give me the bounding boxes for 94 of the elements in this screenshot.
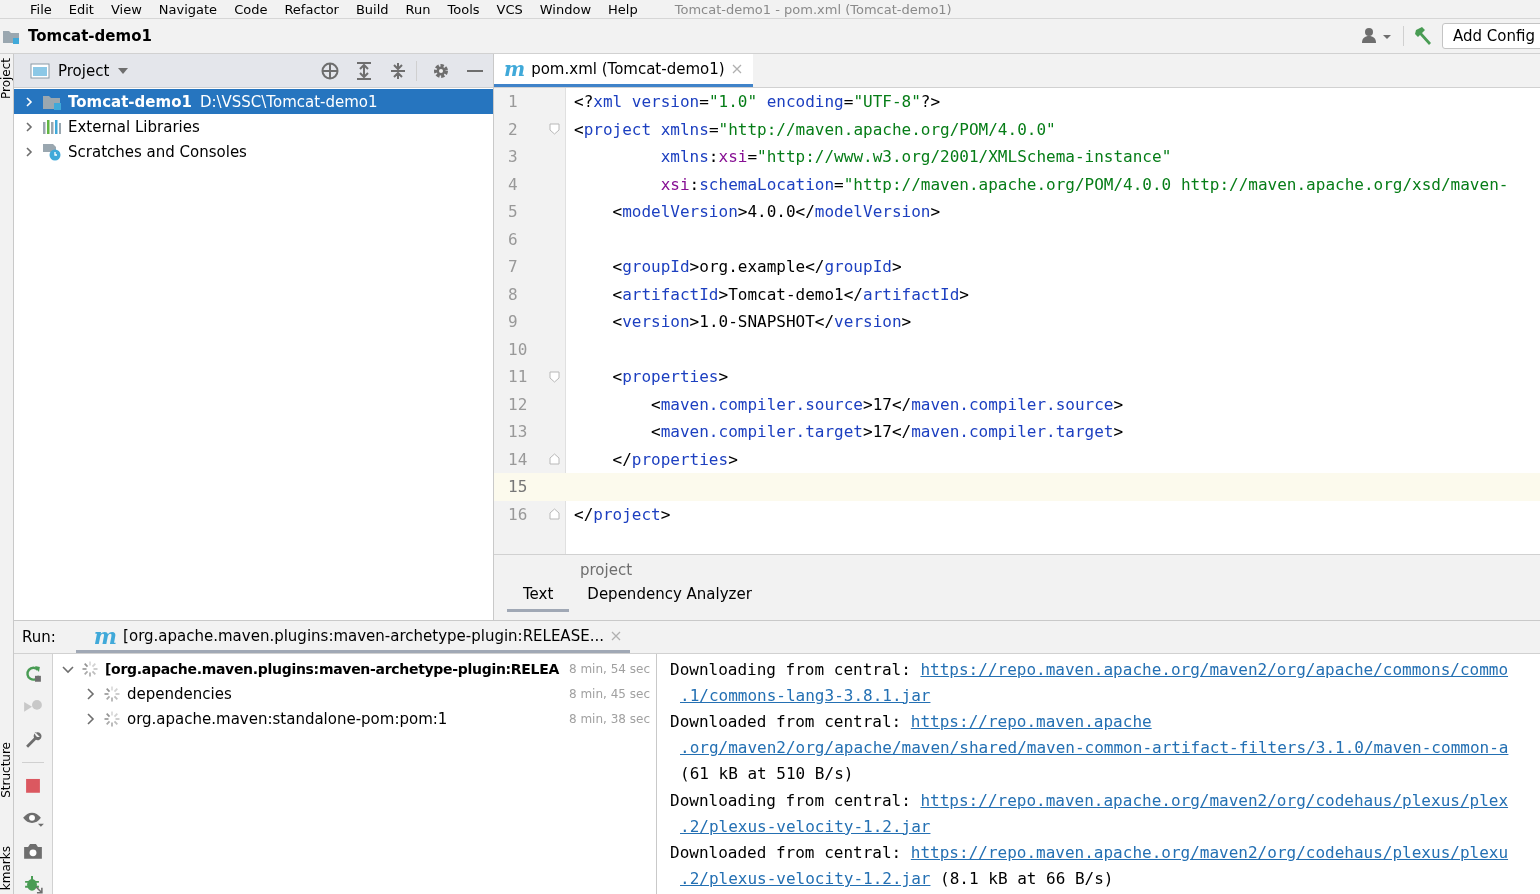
tree-path: D:\VSSC\Tomcat-demo1 <box>199 92 378 111</box>
camera-icon[interactable] <box>23 841 43 862</box>
line-number: 14 <box>507 448 529 471</box>
code-line: <maven.compiler.target>17</maven.compiler.target> <box>650 422 1124 442</box>
code-line: <maven.compiler.source>17</maven.compiler.source> <box>650 394 1124 414</box>
console-text: Downloading from central: <box>670 790 912 810</box>
menu-item[interactable]: Build <box>355 1 389 17</box>
console-link[interactable]: https://repo.maven.apache.org/maven2/org/apache/commons/commo <box>920 659 1509 679</box>
spinner-icon <box>81 659 99 678</box>
menu-item[interactable]: File <box>30 1 52 17</box>
window-icon <box>30 62 50 79</box>
console-text: (61 kB at 510 B/s) <box>680 764 854 784</box>
spinner-icon <box>103 709 121 728</box>
code-line: <?xml version="1.0" encoding="UTF-8"?> <box>573 92 941 112</box>
line-number: 1 <box>507 91 519 114</box>
console-text: Downloaded from central: <box>670 842 903 862</box>
folder-icon <box>42 93 62 110</box>
console-link[interactable]: .2/plexus-velocity-1.2.jar <box>680 816 931 836</box>
folder-icon <box>2 28 20 44</box>
close-icon[interactable] <box>730 63 743 75</box>
code-line: <artifactId>Tomcat-demo1</artifactId> <box>611 284 969 304</box>
line-number: 3 <box>507 146 519 169</box>
code-line: </project> <box>573 504 671 524</box>
menu-item[interactable]: Run <box>405 1 431 17</box>
add-configuration-button[interactable]: Add Config <box>1442 23 1540 49</box>
code-line: xmlns:xsi="http://www.w3.org/2001/XMLSchema-instance" <box>659 147 1172 167</box>
expand-all-icon[interactable] <box>354 60 374 81</box>
tree-item[interactable]: Scratches and Consoles <box>14 139 493 164</box>
console-text: (8.1 kB at 66 B/s) <box>939 869 1114 889</box>
target-icon[interactable] <box>320 60 340 81</box>
editor-mode-tab[interactable]: Dependency Analyzer <box>571 585 768 612</box>
elapsed-time: 8 min, 38 sec <box>568 711 651 726</box>
code-line: <version>1.0-SNAPSHOT</version> <box>611 312 912 332</box>
menu-item[interactable]: Edit <box>68 1 94 17</box>
scratch-clock-icon <box>42 142 62 161</box>
run-tree-label[interactable]: org.apache.maven:standalone-pom:pom:1 <box>127 709 563 728</box>
breadcrumb[interactable]: project <box>494 555 1540 579</box>
code-line: <modelVersion>4.0.0</modelVersion> <box>611 202 941 222</box>
code-line: <groupId>org.example</groupId> <box>611 257 902 277</box>
console-link[interactable]: .1/commons-lang3-3.8.1.jar <box>680 685 931 705</box>
menu-item[interactable]: Refactor <box>284 1 339 17</box>
stop-icon[interactable] <box>23 776 43 796</box>
line-number: 5 <box>507 201 519 224</box>
code-line: </properties> <box>611 449 738 469</box>
console-text: Downloading from central: <box>670 659 912 679</box>
bars-icon <box>42 118 62 135</box>
tree-label: Scratches and Consoles <box>68 142 247 161</box>
menu-item[interactable]: Window <box>539 1 592 17</box>
elapsed-time: 8 min, 45 sec <box>568 686 651 701</box>
line-number: 10 <box>507 338 529 361</box>
menu-item[interactable]: View <box>110 1 142 17</box>
tree-item[interactable]: Tomcat-demo1 D:\VSSC\Tomcat-demo1 <box>14 89 493 114</box>
bug-icon[interactable] <box>23 874 43 894</box>
tree-item[interactable]: External Libraries <box>14 114 493 139</box>
project-name[interactable]: Tomcat-demo1 <box>28 27 152 45</box>
console-link[interactable]: .org/maven2/org/apache/maven/shared/maven-common-artifact-filters/3.1.0/maven-common-a <box>680 738 1509 758</box>
code-line: xsi:schemaLocation="http://maven.apache.org/POM/4.0.0 http://maven.apache.org/xsd/maven- <box>659 174 1509 194</box>
line-number: 4 <box>507 173 519 196</box>
menu-item[interactable]: Tools <box>447 1 480 17</box>
console-link[interactable]: https://repo.maven.apache.org/maven2/org/codehaus/plexus/plexu <box>910 842 1509 862</box>
run-tree-label[interactable]: dependencies <box>127 684 563 703</box>
line-number: 8 <box>507 283 519 306</box>
editor-tab[interactable]: m pom.xml (Tomcat-demo1) <box>494 54 753 87</box>
window-title: Tomcat-demo1 - pom.xml (Tomcat-demo1) <box>674 1 952 17</box>
code-line: <properties> <box>611 367 729 387</box>
run-tree-label[interactable]: [org.apache.maven.plugins:maven-archetype-plugin:RELEA <box>105 660 563 677</box>
wrench-icon[interactable] <box>23 729 43 750</box>
line-number: 6 <box>507 228 519 251</box>
caret-icon[interactable] <box>117 66 130 75</box>
menu-item[interactable]: Code <box>234 1 268 17</box>
line-number: 2 <box>507 118 519 141</box>
console-link[interactable]: https://repo.maven.apache <box>910 711 1152 731</box>
line-number: 12 <box>507 393 529 416</box>
line-number: 9 <box>507 311 519 334</box>
menu-item[interactable]: VCS <box>496 1 523 17</box>
tree-label: Tomcat-demo1 <box>68 92 192 111</box>
console-text: Downloaded from central: <box>670 711 903 731</box>
tree-label: External Libraries <box>68 117 200 136</box>
line-number: 16 <box>507 503 529 526</box>
collapse-all-icon[interactable] <box>388 60 408 81</box>
console-link[interactable]: https://repo.maven.apache.org/maven2/org/codehaus/plexus/plex <box>920 790 1509 810</box>
line-number: 11 <box>507 366 529 389</box>
panel-title[interactable]: Project <box>58 61 110 80</box>
editor-mode-tab[interactable]: Text <box>507 585 570 612</box>
menu-item[interactable]: Navigate <box>158 1 218 17</box>
console-link[interactable]: .2/plexus-velocity-1.2.jar <box>680 869 931 889</box>
elapsed-time: 8 min, 54 sec <box>568 661 651 676</box>
line-number: 13 <box>507 421 529 444</box>
run-label: Run: <box>22 628 56 646</box>
spinner-icon <box>103 684 121 703</box>
rerun-icon[interactable] <box>23 664 43 684</box>
line-number: 7 <box>507 256 519 279</box>
code-line: <project xmlns="http://maven.apache.org/POM/4.0.0" <box>573 119 1056 139</box>
menu-item[interactable]: Help <box>608 1 638 17</box>
